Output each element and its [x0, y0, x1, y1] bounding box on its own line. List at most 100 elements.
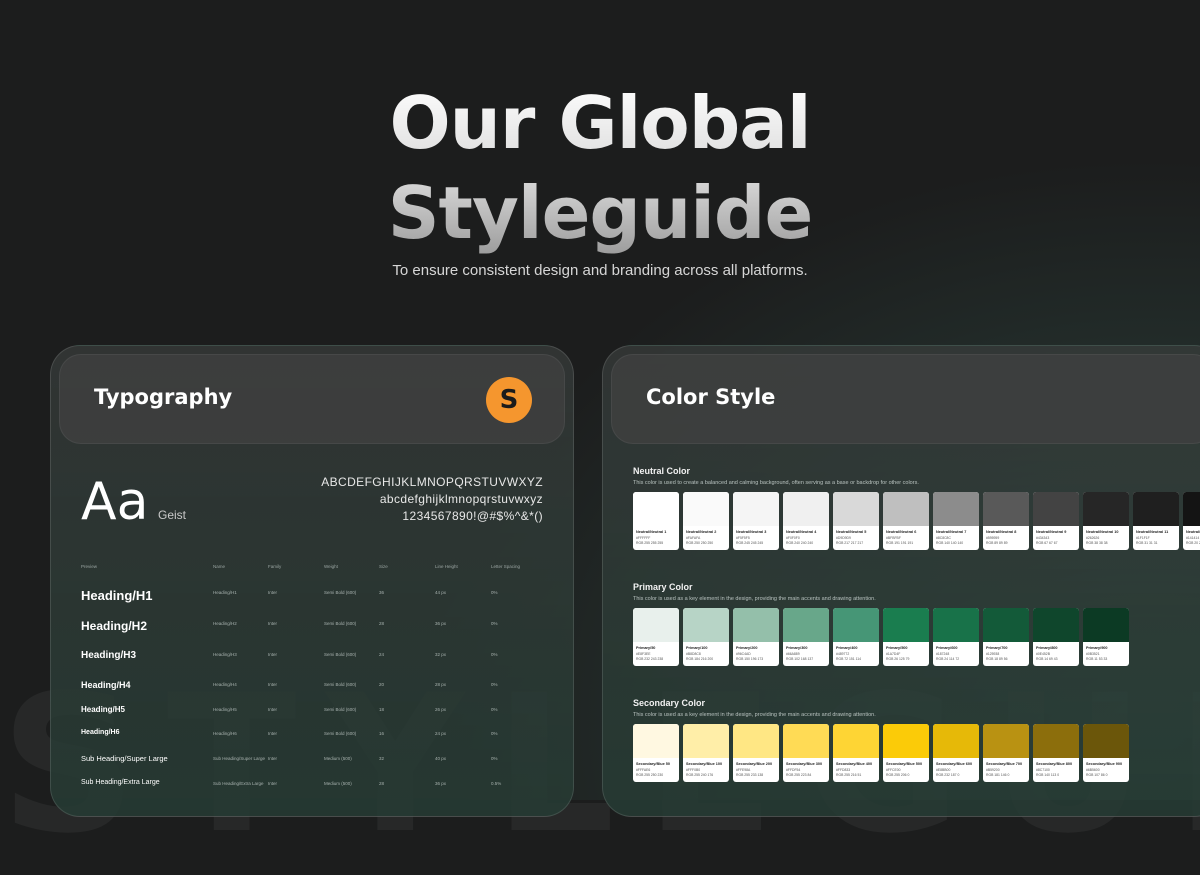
color-chip [1033, 724, 1079, 758]
swatch-name: Neutral/Neutral 3 [736, 530, 767, 534]
color-chip [933, 724, 979, 758]
color-swatch: Secondary/Blue 900 #6B5600 RGB 107 86 0 [1083, 724, 1129, 782]
swatch-name: Secondary/Blue 500 [886, 762, 923, 766]
type-row-weight: Medium (500) [324, 781, 352, 786]
swatch-name: Neutral/Neutral 8 [986, 530, 1017, 534]
glyphs-uppercase: ABCDEFGHIJKLMNOPQRSTUVWXYZ [321, 475, 543, 489]
font-sample: Aa [81, 472, 149, 532]
type-row-line-height: 32 px [435, 652, 447, 657]
color-swatch: Neutral/Neutral 7 #8C8C8C RGB 140 140 140 [933, 492, 979, 550]
swatch-name: Primary/300 [786, 646, 808, 650]
swatch-rgb: RGB 184 216 200 [686, 657, 714, 661]
color-group-title: Neutral Color [633, 466, 691, 476]
type-row-preview: Heading/H2 [81, 619, 148, 633]
swatch-name: Secondary/Blue 200 [736, 762, 773, 766]
color-swatch: Neutral/Neutral 11 #1F1F1F RGB 31 31 31 [1133, 492, 1179, 550]
color-chip [983, 492, 1029, 526]
type-row: Heading/H2 Heading/H2 Inter Semi Bold (600)… [51, 619, 573, 639]
column-header: Size [379, 564, 388, 569]
color-swatch: Neutral/Neutral 12 #141414RGB 20 20 20 [1183, 492, 1200, 550]
column-header: Line Height [435, 564, 458, 569]
type-row-preview: Heading/H6 [81, 729, 120, 736]
color-swatch: Secondary/Blue 100 #FFF0B0 RGB 255 240 176 [683, 724, 729, 782]
color-swatch: Secondary/Blue 50 #FFFAE6 RGB 255 250 230 [633, 724, 679, 782]
swatch-hex: #FFE98A [736, 768, 751, 772]
color-chip [733, 724, 779, 758]
type-row-spacing: 0% [491, 621, 498, 626]
type-row-preview: Heading/H3 [81, 650, 137, 661]
color-swatch: Neutral/Neutral 1 #FFFFFF RGB 255 255 255 [633, 492, 679, 550]
swatch-rgb: RGB 181 146 0 [986, 773, 1010, 777]
type-row-size: 28 [379, 621, 385, 626]
glyph-set: ABCDEFGHIJKLMNOPQRSTUVWXYZ abcdefghijklm… [321, 474, 543, 525]
type-row-preview: Heading/H4 [81, 680, 131, 690]
column-header: Name [213, 564, 226, 569]
swatch-rgb: RGB 102 168 137 [786, 657, 814, 661]
swatch-hex: #FFCE00 [886, 768, 901, 772]
type-row-name: Heading/H5 [213, 707, 237, 712]
color-swatch: Neutral/Neutral 2 #FAFAFA RGB 250 250 250 [683, 492, 729, 550]
color-chip [1183, 492, 1200, 526]
type-row-size: 16 [379, 731, 385, 736]
swatch-name: Secondary/Blue 800 [1036, 762, 1073, 766]
swatch-hex: #1A7D4F [886, 652, 901, 656]
swatch-hex: #187248 [936, 652, 950, 656]
swatch-name: Neutral/Neutral 10 [1086, 530, 1119, 534]
type-row-family: Inter [268, 590, 278, 595]
swatch-name: Secondary/Blue 900 [1086, 762, 1123, 766]
color-chip [633, 492, 679, 526]
type-row-family: Inter [268, 781, 278, 786]
swatch-rgb: RGB 20 20 20 [1186, 541, 1200, 545]
swatch-hex: #8C8C8C [936, 536, 951, 540]
type-row: Heading/H5 Heading/H5 Inter Semi Bold (600)… [51, 705, 573, 725]
type-row-name: Sub Heading/Extra Large [213, 781, 264, 786]
color-chip [783, 492, 829, 526]
column-header: Weight [324, 564, 338, 569]
swatch-hex: #B59200 [986, 768, 1000, 772]
type-row-family: Inter [268, 731, 278, 736]
typography-panel: Typography S Aa Geist ABCDEFGHIJKLMNOPQR… [50, 345, 574, 817]
swatch-rgb: RGB 107 86 0 [1086, 773, 1108, 777]
swatch-hex: #E8BB00 [936, 768, 951, 772]
swatch-rgb: RGB 255 216 51 [836, 773, 862, 777]
type-row-name: Heading/H6 [213, 731, 237, 736]
swatch-hex: #595959 [986, 536, 1000, 540]
type-row-weight: Semi Bold (600) [324, 707, 357, 712]
swatch-rgb: RGB 240 240 240 [786, 541, 814, 545]
swatch-rgb: RGB 255 233 138 [736, 773, 764, 777]
type-row-weight: Semi Bold (600) [324, 731, 357, 736]
swatch-rgb: RGB 140 113 0 [1036, 773, 1060, 777]
swatch-hex: #FFFFFF [636, 536, 651, 540]
swatch-rgb: RGB 67 67 67 [1036, 541, 1058, 545]
color-style-header: Color Style [611, 354, 1200, 444]
color-chip [633, 608, 679, 642]
swatch-hex: #434343 [1036, 536, 1050, 540]
color-swatch: Primary/900 #0B3521 RGB 11 53 33 [1083, 608, 1129, 666]
type-row-size: 24 [379, 652, 385, 657]
color-chip [833, 724, 879, 758]
type-row-spacing: 0% [491, 731, 498, 736]
font-name: Geist [158, 508, 187, 522]
color-swatch: Primary/600 #187248 RGB 24 114 72 [933, 608, 979, 666]
type-row-name: Heading/H3 [213, 652, 237, 657]
type-row-preview: Sub Heading/Extra Large [81, 779, 160, 786]
type-row-spacing: 0.5% [491, 781, 502, 786]
swatch-rgb: RGB 255 250 230 [636, 773, 664, 777]
type-row-line-height: 44 px [435, 590, 447, 595]
swatch-hex: #FFF0B0 [686, 768, 701, 772]
color-style-panel: Color Style Neutral Color This color is u… [602, 345, 1200, 817]
type-row-weight: Medium (500) [324, 756, 352, 761]
color-chip [1133, 492, 1179, 526]
column-header: Preview [81, 564, 98, 569]
swatch-hex: #D9D9D9 [836, 536, 851, 540]
swatch-hex: #6B5600 [1086, 768, 1100, 772]
swatch-rgb: RGB 255 223 84 [786, 773, 812, 777]
color-chip [983, 724, 1029, 758]
swatch-hex: #262626 [1086, 536, 1100, 540]
swatch-rgb: RGB 255 240 176 [686, 773, 714, 777]
color-chip [883, 492, 929, 526]
color-chip [833, 608, 879, 642]
color-chip [833, 492, 879, 526]
color-style-title: Color Style [646, 385, 776, 409]
color-chip [733, 608, 779, 642]
